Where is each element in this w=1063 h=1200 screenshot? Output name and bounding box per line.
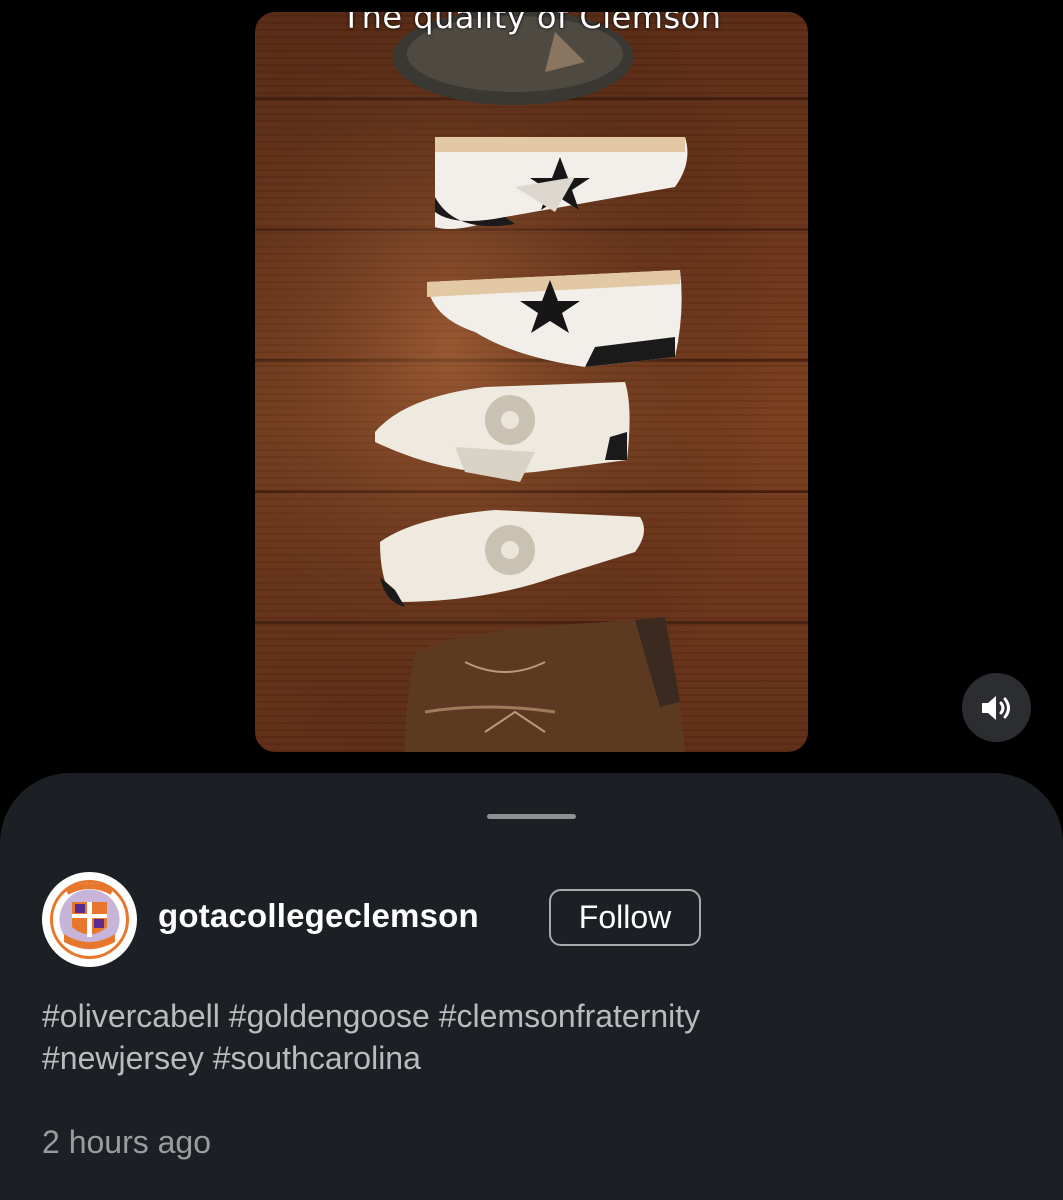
follow-button[interactable]: Follow: [549, 889, 701, 946]
caption-line[interactable]: #olivercabell #goldengoose #clemsonfrate…: [42, 995, 1022, 1037]
clemson-crest-logo: [45, 875, 134, 964]
speaker-on-icon: [981, 695, 1010, 720]
post-info-sheet: gotacollegeclemson Follow #olivercabell …: [0, 773, 1063, 1200]
username-link[interactable]: gotacollegeclemson: [158, 897, 479, 935]
video-player[interactable]: The quality of Clemson: [255, 12, 808, 752]
reel-viewer: The quality of Clemson gotacollegeclemso…: [0, 0, 1063, 1200]
sound-toggle-button[interactable]: [962, 673, 1031, 742]
post-timestamp: 2 hours ago: [42, 1124, 212, 1160]
video-frame-image: [255, 12, 808, 752]
caption-line[interactable]: #newjersey #southcarolina: [42, 1037, 1022, 1079]
post-caption: #olivercabell #goldengoose #clemsonfrate…: [42, 995, 1022, 1079]
avatar[interactable]: [42, 872, 137, 967]
drag-handle[interactable]: [487, 814, 576, 819]
video-text-overlay: The quality of Clemson: [341, 12, 722, 36]
